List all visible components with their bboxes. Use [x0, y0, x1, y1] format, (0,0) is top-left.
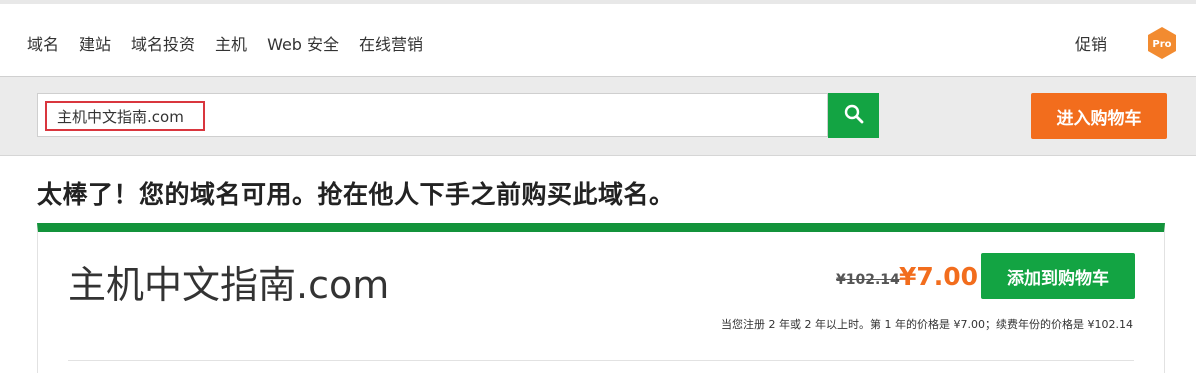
pricing-note: 当您注册 2 年或 2 年以上时。第 1 年的价格是 ¥7.00；续费年份的价格…	[721, 318, 1133, 331]
nav-item-domains[interactable]: 域名	[27, 31, 59, 55]
top-navigation-bar: 域名 建站 域名投资 主机 Web 安全 在线营销 促销 Pro	[0, 0, 1196, 77]
result-domain-name: 主机中文指南.com	[68, 263, 390, 307]
nav-item-domain-investing[interactable]: 域名投资	[131, 31, 195, 55]
search-button[interactable]	[828, 93, 879, 138]
search-icon	[844, 104, 864, 127]
search-box[interactable]	[37, 93, 828, 137]
original-price: ¥102.14	[836, 272, 900, 288]
pro-badge-icon[interactable]: Pro	[1147, 26, 1177, 60]
nav-item-online-marketing[interactable]: 在线营销	[359, 31, 423, 55]
add-to-cart-button[interactable]: 添加到购物车	[981, 253, 1135, 299]
pro-badge-label: Pro	[1152, 39, 1171, 50]
nav-item-web-security[interactable]: Web 安全	[267, 31, 339, 55]
nav-item-promotions[interactable]: 促销	[1075, 31, 1107, 55]
nav-item-website-builder[interactable]: 建站	[79, 31, 111, 55]
main-nav: 域名 建站 域名投资 主机 Web 安全 在线营销	[27, 31, 423, 55]
domain-result-card: 主机中文指南.com ¥102.14 ¥7.00 添加到购物车 当您注册 2 年…	[37, 223, 1165, 373]
nav-item-hosting[interactable]: 主机	[215, 31, 247, 55]
card-divider	[68, 360, 1134, 361]
search-input[interactable]	[45, 101, 205, 131]
go-to-cart-button[interactable]: 进入购物车	[1031, 93, 1167, 139]
search-bar: 进入购物车	[0, 77, 1196, 156]
sale-price: ¥7.00	[899, 262, 979, 291]
availability-headline: 太棒了！您的域名可用。抢在他人下手之前购买此域名。	[37, 180, 675, 209]
